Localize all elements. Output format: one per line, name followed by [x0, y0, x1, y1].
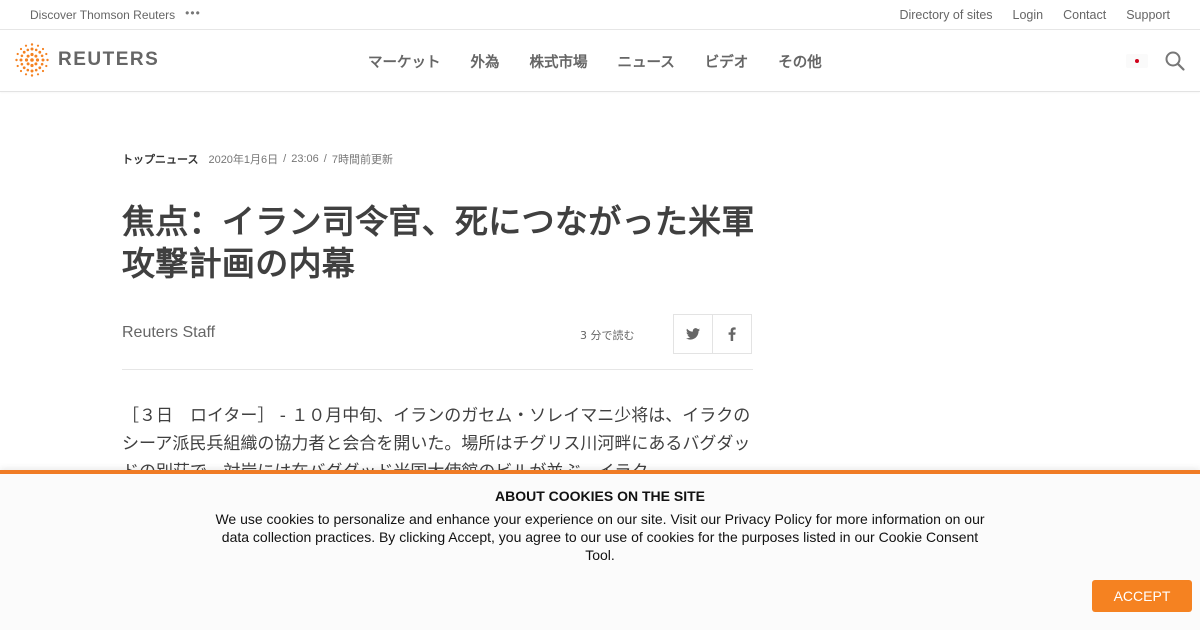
section-label[interactable]: トップニュース	[122, 151, 198, 167]
cookie-banner-text: We use cookies to personalize and enhanc…	[215, 511, 985, 563]
author-name[interactable]: Reuters Staff	[122, 324, 215, 342]
nav-item-markets[interactable]: マーケット	[368, 51, 441, 72]
cookie-banner-title: ABOUT COOKIES ON THE SITE	[494, 488, 705, 504]
twitter-icon	[686, 328, 700, 340]
login-link[interactable]: Login	[1013, 8, 1044, 22]
meta-separator: /	[283, 153, 287, 165]
more-icon[interactable]: •••	[185, 6, 201, 20]
cookie-banner: ABOUT COOKIES ON THE SITE We use cookies…	[0, 470, 1200, 630]
meta-separator: /	[323, 153, 327, 165]
reuters-logo[interactable]: REUTERS	[15, 43, 159, 77]
article-headline: 焦点：イラン司令官、死につながった米軍攻撃計画の内幕	[122, 202, 755, 283]
facebook-share-button[interactable]	[712, 314, 752, 354]
accept-cookies-button[interactable]: ACCEPT	[1092, 580, 1192, 612]
search-icon[interactable]	[1163, 49, 1187, 73]
nav-item-forex[interactable]: 外為	[471, 51, 500, 72]
japan-flag-icon[interactable]	[1126, 54, 1148, 68]
directory-link[interactable]: Directory of sites	[899, 8, 992, 22]
support-link[interactable]: Support	[1126, 8, 1170, 22]
nav-item-more[interactable]: その他	[778, 51, 822, 72]
contact-link[interactable]: Contact	[1063, 8, 1106, 22]
nav-item-video[interactable]: ビデオ	[705, 51, 749, 72]
article-time: 23:06	[291, 153, 319, 165]
reuters-logo-icon	[15, 43, 49, 77]
nav-item-stocks[interactable]: 株式市場	[530, 51, 588, 72]
byline-row: Reuters Staff 3 分で読む	[122, 314, 753, 370]
discover-group: Discover Thomson Reuters •••	[30, 0, 201, 30]
nav-item-news[interactable]: ニュース	[618, 51, 675, 72]
read-time: 3 分で読む	[580, 329, 635, 342]
logo-text: REUTERS	[58, 49, 160, 70]
main-nav: マーケット 外為 株式市場 ニュース ビデオ その他	[368, 30, 852, 92]
utility-bar: Discover Thomson Reuters ••• Directory o…	[0, 0, 1200, 30]
twitter-share-button[interactable]	[673, 314, 713, 354]
utility-links: Directory of sites Login Contact Support	[879, 0, 1170, 30]
article-updated: 7時間前更新	[331, 154, 393, 166]
facebook-icon	[728, 327, 736, 341]
main-header: REUTERS マーケット 外為 株式市場 ニュース ビデオ その他	[0, 30, 1200, 92]
article-meta: トップニュース 2020年1月6日 / 23:06 / 7時間前更新	[122, 151, 393, 167]
discover-link[interactable]: Discover Thomson Reuters	[30, 8, 175, 22]
article-date: 2020年1月6日	[208, 154, 279, 166]
